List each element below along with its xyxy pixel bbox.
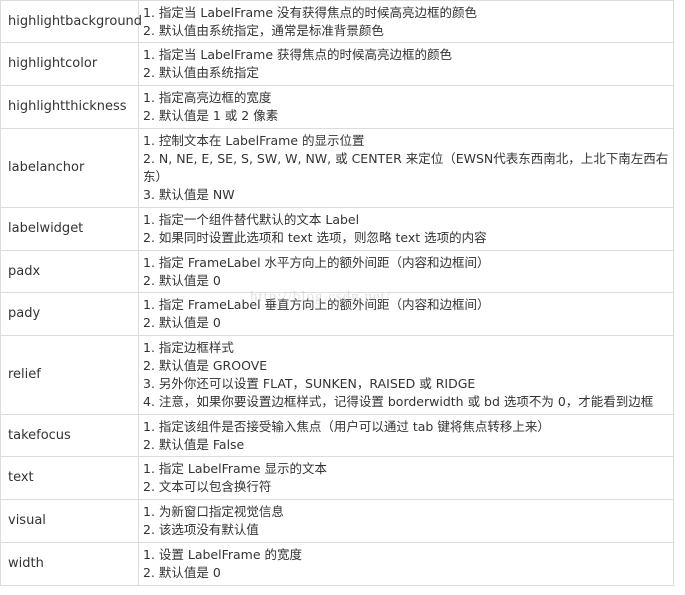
option-name: visual — [0, 499, 139, 543]
option-name: highlightbackground — [0, 0, 142, 43]
table-row: labelwidget 1. 指定一个组件替代默认的文本 Label 2. 如果同时… — [0, 207, 674, 251]
option-name: labelwidget — [0, 207, 139, 251]
option-name: highlightthickness — [0, 85, 139, 129]
table-row: takefocus 1. 指定该组件是否接受输入焦点（用户可以通过 tab 键将焦… — [0, 414, 674, 457]
description-line: 2. 默认值是 0 — [143, 565, 221, 580]
option-description: 1. 指定 FrameLabel 垂直方向上的额外间距（内容和边框间） 2. 默认… — [138, 292, 674, 336]
option-description: 1. 指定该组件是否接受输入焦点（用户可以通过 tab 键将焦点转移上来） 2. … — [138, 414, 674, 457]
option-name: padx — [0, 250, 139, 293]
option-description: 1. 指定边框样式 2. 默认值是 GROOVE 3. 另外你还可以设置 FLAT，… — [138, 335, 674, 415]
options-table-body: highlightbackground 1. 指定当 LabelFrame 没有获… — [0, 0, 674, 586]
description-line: 3. 默认值是 NW — [143, 187, 235, 202]
description-line: 1. 控制文本在 LabelFrame 的显示位置 — [143, 133, 365, 148]
description-line: 1. 指定 LabelFrame 显示的文本 — [143, 461, 328, 476]
description-line: 1. 指定边框样式 — [143, 340, 234, 355]
description-line: 1. 指定 FrameLabel 垂直方向上的额外间距（内容和边框间） — [143, 297, 490, 312]
option-name: width — [0, 542, 139, 586]
description-line: 2. 默认值是 0 — [143, 315, 221, 330]
description-line: 2. 文本可以包含换行符 — [143, 479, 272, 494]
description-line: 2. N, NE, E, SE, S, SW, W, NW, 或 CENTER … — [143, 151, 669, 184]
table-row: pady 1. 指定 FrameLabel 垂直方向上的额外间距（内容和边框间） 2… — [0, 292, 674, 336]
table-row: width 1. 设置 LabelFrame 的宽度 2. 默认值是 0 — [0, 542, 674, 586]
table-row: visual 1. 为新窗口指定视觉信息 2. 该选项没有默认值 — [0, 499, 674, 543]
table-row: padx 1. 指定 FrameLabel 水平方向上的额外间距（内容和边框间） 2… — [0, 250, 674, 293]
table-row: relief 1. 指定边框样式 2. 默认值是 GROOVE 3. 另外你还可以设置… — [0, 335, 674, 415]
description-line: 1. 指定 FrameLabel 水平方向上的额外间距（内容和边框间） — [143, 254, 490, 270]
option-description: 1. 设置 LabelFrame 的宽度 2. 默认值是 0 — [138, 542, 674, 586]
option-description: 1. 控制文本在 LabelFrame 的显示位置 2. N, NE, E, SE… — [138, 128, 674, 208]
description-line: 4. 注意，如果你要设置边框样式，记得设置 borderwidth 或 bd 选… — [143, 394, 654, 409]
description-line: 2. 该选项没有默认值 — [143, 522, 259, 537]
description-line: 1. 指定当 LabelFrame 没有获得焦点的时候高亮边框的颜色 — [143, 4, 478, 20]
table-row: highlightbackground 1. 指定当 LabelFrame 没有获… — [0, 0, 674, 43]
table-row: text 1. 指定 LabelFrame 显示的文本 2. 文本可以包含换行符 — [0, 456, 674, 500]
option-name: highlightcolor — [0, 42, 139, 86]
option-description: 1. 指定 FrameLabel 水平方向上的额外间距（内容和边框间） 2. 默认… — [138, 250, 674, 293]
description-line: 2. 默认值是 GROOVE — [143, 358, 268, 373]
table-row: labelanchor 1. 控制文本在 LabelFrame 的显示位置 2. N… — [0, 128, 674, 208]
option-name: relief — [0, 335, 139, 415]
description-line: 1. 指定该组件是否接受输入焦点（用户可以通过 tab 键将焦点转移上来） — [143, 418, 550, 434]
description-line: 1. 指定高亮边框的宽度 — [143, 90, 272, 105]
description-line: 2. 默认值由系统指定，通常是标准背景颜色 — [143, 22, 384, 38]
description-line: 2. 默认值由系统指定 — [143, 65, 259, 80]
option-name: pady — [0, 292, 139, 336]
option-name: takefocus — [0, 414, 139, 457]
option-description: 1. 指定当 LabelFrame 没有获得焦点的时候高亮边框的颜色 2. 默认值… — [138, 0, 674, 43]
table-row: highlightthickness 1. 指定高亮边框的宽度 2. 默认值是 1 … — [0, 85, 674, 129]
description-line: 1. 指定当 LabelFrame 获得焦点的时候高亮边框的颜色 — [143, 47, 453, 62]
option-description: 1. 为新窗口指定视觉信息 2. 该选项没有默认值 — [138, 499, 674, 543]
options-table: highlightbackground 1. 指定当 LabelFrame 没有获… — [0, 0, 674, 586]
option-name: labelanchor — [0, 128, 139, 208]
table-row: highlightcolor 1. 指定当 LabelFrame 获得焦点的时候高… — [0, 42, 674, 86]
description-line: 1. 设置 LabelFrame 的宽度 — [143, 547, 303, 562]
option-description: 1. 指定 LabelFrame 显示的文本 2. 文本可以包含换行符 — [138, 456, 674, 500]
description-line: 1. 指定一个组件替代默认的文本 Label — [143, 212, 360, 227]
option-description: 1. 指定一个组件替代默认的文本 Label 2. 如果同时设置此选项和 text… — [138, 207, 674, 251]
option-description: 1. 指定当 LabelFrame 获得焦点的时候高亮边框的颜色 2. 默认值由系… — [138, 42, 674, 86]
description-line: 2. 默认值是 0 — [143, 272, 221, 288]
description-line: 2. 默认值是 1 或 2 像素 — [143, 108, 279, 123]
description-line: 2. 默认值是 False — [143, 436, 245, 452]
description-line: 1. 为新窗口指定视觉信息 — [143, 504, 284, 519]
option-description: 1. 指定高亮边框的宽度 2. 默认值是 1 或 2 像素 — [138, 85, 674, 129]
description-line: 3. 另外你还可以设置 FLAT，SUNKEN，RAISED 或 RIDGE — [143, 376, 476, 391]
option-name: text — [0, 456, 139, 500]
description-line: 2. 如果同时设置此选项和 text 选项，则忽略 text 选项的内容 — [143, 230, 487, 245]
